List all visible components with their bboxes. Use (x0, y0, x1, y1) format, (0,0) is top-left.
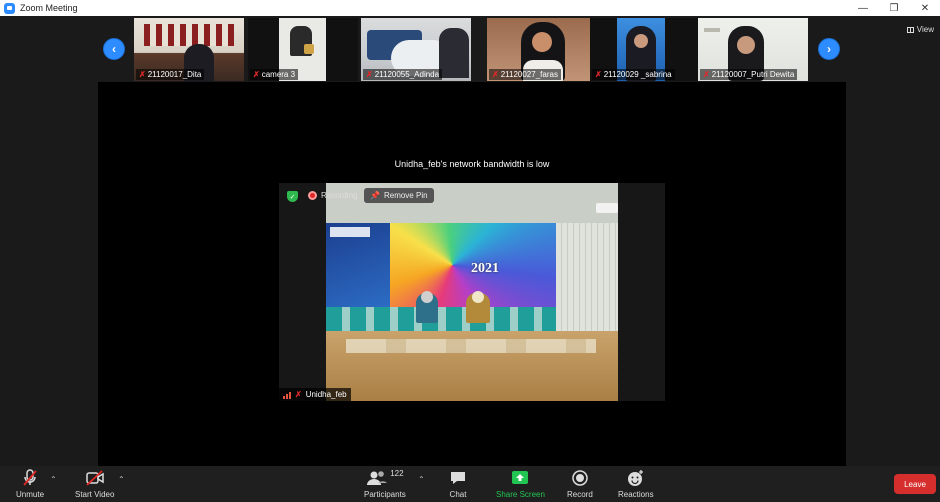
participant-thumbnail[interactable]: ✗ 21120027_faras (487, 18, 597, 81)
pinned-video[interactable]: 2021 ✓ Recording 📌 Remove Pin ✗ Unidha_f… (279, 183, 665, 401)
audio-options-caret[interactable]: ⌃ (50, 475, 57, 484)
mic-muted-icon: ✗ (366, 70, 373, 79)
grid-icon (906, 26, 914, 33)
mic-muted-icon: ✗ (703, 70, 710, 79)
unmute-button[interactable]: Unmute (16, 469, 44, 499)
start-video-button[interactable]: Start Video (75, 469, 114, 499)
window-titlebar: Zoom Meeting — ❐ ✕ (0, 0, 940, 16)
participant-name: ✗ 21120027_faras (489, 69, 561, 80)
record-dot-icon (308, 191, 317, 200)
view-button[interactable]: View (906, 25, 934, 34)
minimize-icon[interactable]: — (848, 0, 878, 16)
mic-muted-icon: ✗ (295, 390, 302, 399)
mic-muted-icon: ✗ (595, 70, 602, 79)
bandwidth-notice: Unidha_feb's network bandwidth is low (394, 159, 550, 169)
chevron-left-icon: ‹ (112, 42, 116, 56)
record-icon (571, 469, 589, 487)
chat-icon (449, 469, 467, 487)
participant-name: ✗ 21120029 _sabrina (592, 69, 675, 80)
banner-year: 2021 (471, 261, 499, 276)
restore-icon[interactable]: ❐ (879, 0, 909, 16)
mic-muted-icon: ✗ (492, 70, 499, 79)
meeting-toolbar: Unmute ⌃ Start Video ⌃ 122 Participants … (0, 466, 940, 502)
close-icon[interactable]: ✕ (910, 0, 940, 16)
participants-icon: 122 (366, 469, 404, 487)
share-screen-icon (511, 469, 529, 487)
microphone-muted-icon (22, 469, 38, 487)
participants-options-caret[interactable]: ⌃ (418, 475, 425, 484)
video-off-icon (85, 469, 105, 487)
share-screen-button[interactable]: Share Screen (496, 469, 545, 499)
mic-muted-icon: ✗ (139, 70, 146, 79)
participants-count: 122 (390, 469, 404, 478)
chat-button[interactable]: Chat (449, 469, 467, 499)
pinned-name-tag: ✗ Unidha_feb (279, 388, 351, 401)
participant-name: ✗ 21120007_Putri Dewita (700, 69, 798, 80)
participant-name: ✗ 21120017_Dita (136, 69, 205, 80)
active-speaker-stage: Unidha_feb's network bandwidth is low 20… (98, 82, 846, 466)
previous-page-button[interactable]: ‹ (103, 38, 125, 60)
participant-name: ✗ camera 3 (250, 69, 299, 80)
video-options-caret[interactable]: ⌃ (118, 475, 125, 484)
signal-strength-icon (283, 391, 291, 399)
encryption-shield-icon[interactable]: ✓ (287, 191, 298, 202)
window-title: Zoom Meeting (20, 3, 78, 13)
next-page-button[interactable]: › (818, 38, 840, 60)
leave-button[interactable]: Leave (894, 474, 936, 494)
participant-thumbnail[interactable]: ✗ 21120017_Dita (134, 18, 244, 81)
meeting-area: View ‹ › ✗ 21120017_Dita ✗ camera 3 ✗ 21120… (0, 16, 940, 466)
participant-thumbnail[interactable]: ✗ 21120007_Putri Dewita (698, 18, 808, 81)
pin-icon: 📌 (370, 191, 380, 200)
mic-muted-icon: ✗ (253, 70, 260, 79)
participant-thumbnail[interactable]: ✗ 21120055_Adinda (361, 18, 471, 81)
remove-pin-button[interactable]: 📌 Remove Pin (364, 188, 434, 203)
reactions-button[interactable]: Reactions (618, 469, 654, 499)
zoom-app-icon (4, 2, 15, 14)
video-feed: 2021 (326, 183, 618, 401)
record-button[interactable]: Record (567, 469, 593, 499)
view-label: View (916, 25, 934, 34)
participant-thumbnail[interactable]: ✗ camera 3 (248, 18, 358, 81)
recording-indicator[interactable]: Recording (308, 191, 357, 200)
participants-button[interactable]: 122 Participants (364, 469, 406, 499)
chevron-right-icon: › (827, 42, 831, 56)
participant-thumbnail[interactable]: ✗ 21120029 _sabrina (590, 18, 700, 81)
participant-name: ✗ 21120055_Adinda (363, 69, 443, 80)
smiley-icon (627, 469, 645, 487)
